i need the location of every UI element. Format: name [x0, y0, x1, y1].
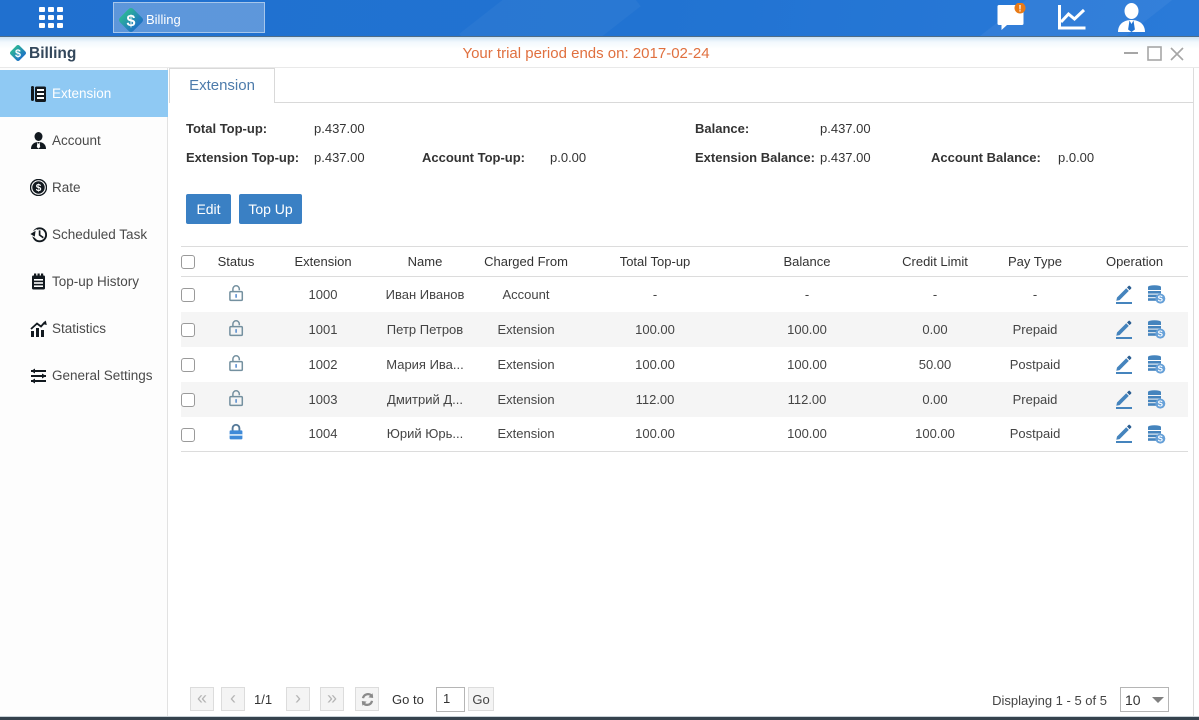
svg-text:$: $: [36, 183, 42, 194]
svg-text:$: $: [127, 12, 136, 30]
svg-text:!: !: [1019, 4, 1022, 14]
